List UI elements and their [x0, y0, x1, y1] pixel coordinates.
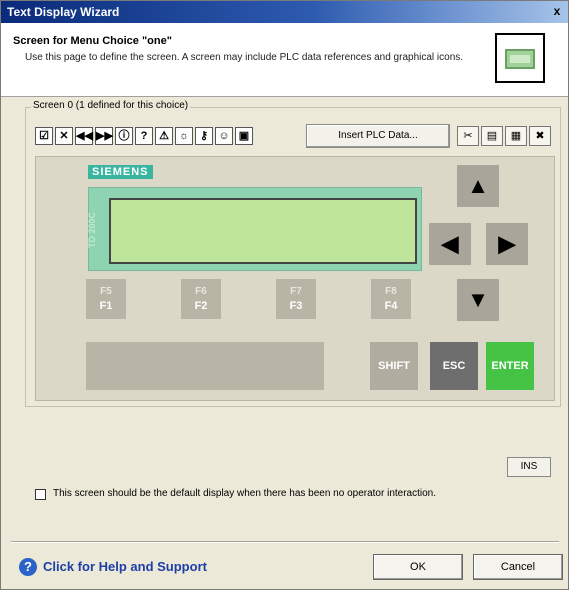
header-title: Screen for Menu Choice "one" — [13, 35, 172, 47]
td200c-device-panel: SIEMENS TD 200C F5 F1 F6 F2 F7 F3 F8 F4 … — [35, 156, 555, 401]
delete-icon[interactable]: ✖ — [529, 126, 551, 146]
insert-plc-data-button[interactable]: Insert PLC Data... — [306, 124, 450, 148]
f4-key[interactable]: F8 F4 — [371, 279, 411, 319]
cut-icon[interactable]: ✂ — [457, 126, 479, 146]
enter-key[interactable]: ENTER — [486, 342, 534, 390]
f8-label: F8 — [385, 286, 397, 297]
default-display-label: This screen should be the default displa… — [53, 488, 437, 499]
siemens-logo: SIEMENS — [88, 165, 153, 179]
lcd-frame: TD 200C — [87, 187, 422, 271]
f1-key[interactable]: F5 F1 — [86, 279, 126, 319]
default-display-checkbox[interactable] — [35, 489, 46, 500]
f7-label: F7 — [290, 286, 302, 297]
person-icon[interactable]: ☺ — [215, 127, 233, 145]
close-icon[interactable]: x — [550, 4, 564, 18]
disk-icon[interactable]: ▣ — [235, 127, 253, 145]
lcd-screen[interactable] — [109, 198, 417, 264]
ins-button[interactable]: INS — [507, 457, 551, 477]
f4-label: F4 — [384, 300, 398, 312]
screen-group-label: Screen 0 (1 defined for this choice) — [31, 100, 191, 111]
checkbox-checked-icon[interactable]: ☑ — [35, 127, 53, 145]
model-label: TD 200C — [87, 212, 97, 249]
shift-key[interactable]: SHIFT — [370, 342, 418, 390]
f3-label: F3 — [289, 300, 303, 312]
wizard-header: Screen for Menu Choice "one" Use this pa… — [1, 23, 568, 97]
title-bar: Text Display Wizard x — [1, 1, 568, 23]
checkbox-x-icon[interactable]: ✕ — [55, 127, 73, 145]
bulb-icon[interactable]: ☼ — [175, 127, 193, 145]
rewind-icon[interactable]: ◀◀ — [75, 127, 93, 145]
window-title: Text Display Wizard — [7, 5, 120, 19]
up-arrow-key[interactable]: ▲ — [457, 165, 499, 207]
esc-key[interactable]: ESC — [430, 342, 478, 390]
text-display-wizard-window: Text Display Wizard x Screen for Menu Ch… — [0, 0, 569, 590]
key-icon[interactable]: ⚷ — [195, 127, 213, 145]
mini-display-icon — [505, 49, 535, 69]
f5-label: F5 — [100, 286, 112, 297]
f2-label: F2 — [194, 300, 208, 312]
f3-key[interactable]: F7 F3 — [276, 279, 316, 319]
f6-label: F6 — [195, 286, 207, 297]
left-arrow-key[interactable]: ◀ — [429, 223, 471, 265]
help-link-label: Click for Help and Support — [43, 559, 207, 574]
right-arrow-key[interactable]: ▶ — [486, 223, 528, 265]
td-display-icon — [495, 33, 545, 83]
copy-icon[interactable]: ▤ — [481, 126, 503, 146]
ok-button[interactable]: OK — [373, 554, 463, 580]
fast-forward-icon[interactable]: ▶▶ — [95, 127, 113, 145]
help-icon: ? — [19, 558, 37, 576]
down-arrow-key[interactable]: ▼ — [457, 279, 499, 321]
paste-icon[interactable]: ▦ — [505, 126, 527, 146]
warning-icon[interactable]: ⚠ — [155, 127, 173, 145]
f1-label: F1 — [99, 300, 113, 312]
footer-separator — [11, 541, 559, 543]
question-icon[interactable]: ? — [135, 127, 153, 145]
info-icon[interactable]: ⓘ — [115, 127, 133, 145]
header-description: Use this page to define the screen. A sc… — [25, 52, 464, 63]
blank-key-area — [86, 342, 324, 390]
cancel-button[interactable]: Cancel — [473, 554, 563, 580]
f2-key[interactable]: F6 F2 — [181, 279, 221, 319]
